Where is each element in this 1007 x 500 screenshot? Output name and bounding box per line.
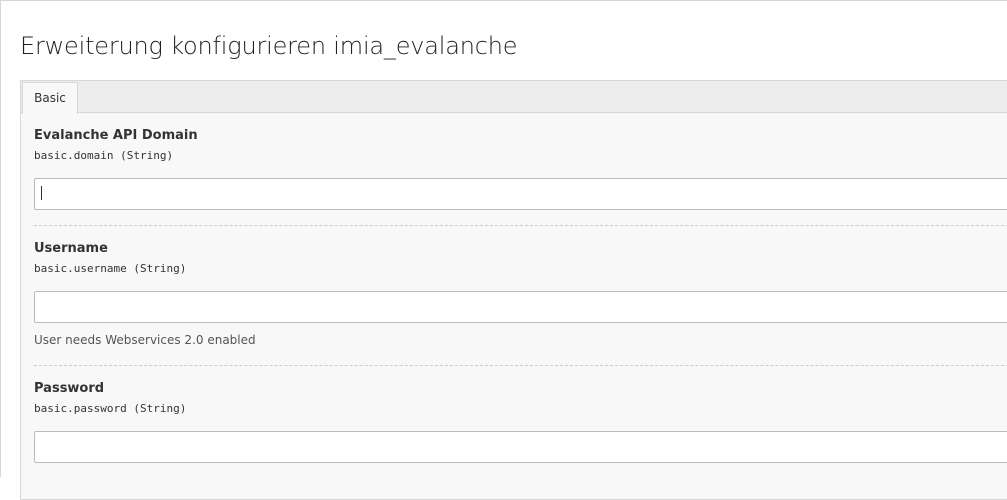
field-label-password: Password: [34, 381, 105, 396]
field-key-domain: basic.domain (String): [34, 149, 174, 162]
field-label-username: Username: [34, 241, 108, 256]
field-key-username: basic.username (String): [34, 262, 187, 275]
configuration-panel: Basic Evalanche API Domain basic.domain …: [20, 80, 1007, 500]
tab-bar: Basic: [21, 81, 1007, 114]
page-title: Erweiterung konfigurieren imia_evalanche: [20, 32, 518, 60]
field-divider: [34, 225, 1007, 226]
field-help-username: User needs Webservices 2.0 enabled: [34, 333, 256, 347]
password-input[interactable]: [34, 431, 1007, 463]
field-key-password: basic.password (String): [34, 402, 187, 415]
window-left-border: [0, 0, 1, 477]
text-caret: [41, 186, 42, 200]
window-top-border: [0, 0, 1007, 1]
field-label-domain: Evalanche API Domain: [34, 128, 198, 143]
domain-input[interactable]: [34, 178, 1007, 210]
tab-basic[interactable]: Basic: [22, 82, 78, 114]
field-divider: [34, 365, 1007, 366]
username-input[interactable]: [34, 291, 1007, 323]
